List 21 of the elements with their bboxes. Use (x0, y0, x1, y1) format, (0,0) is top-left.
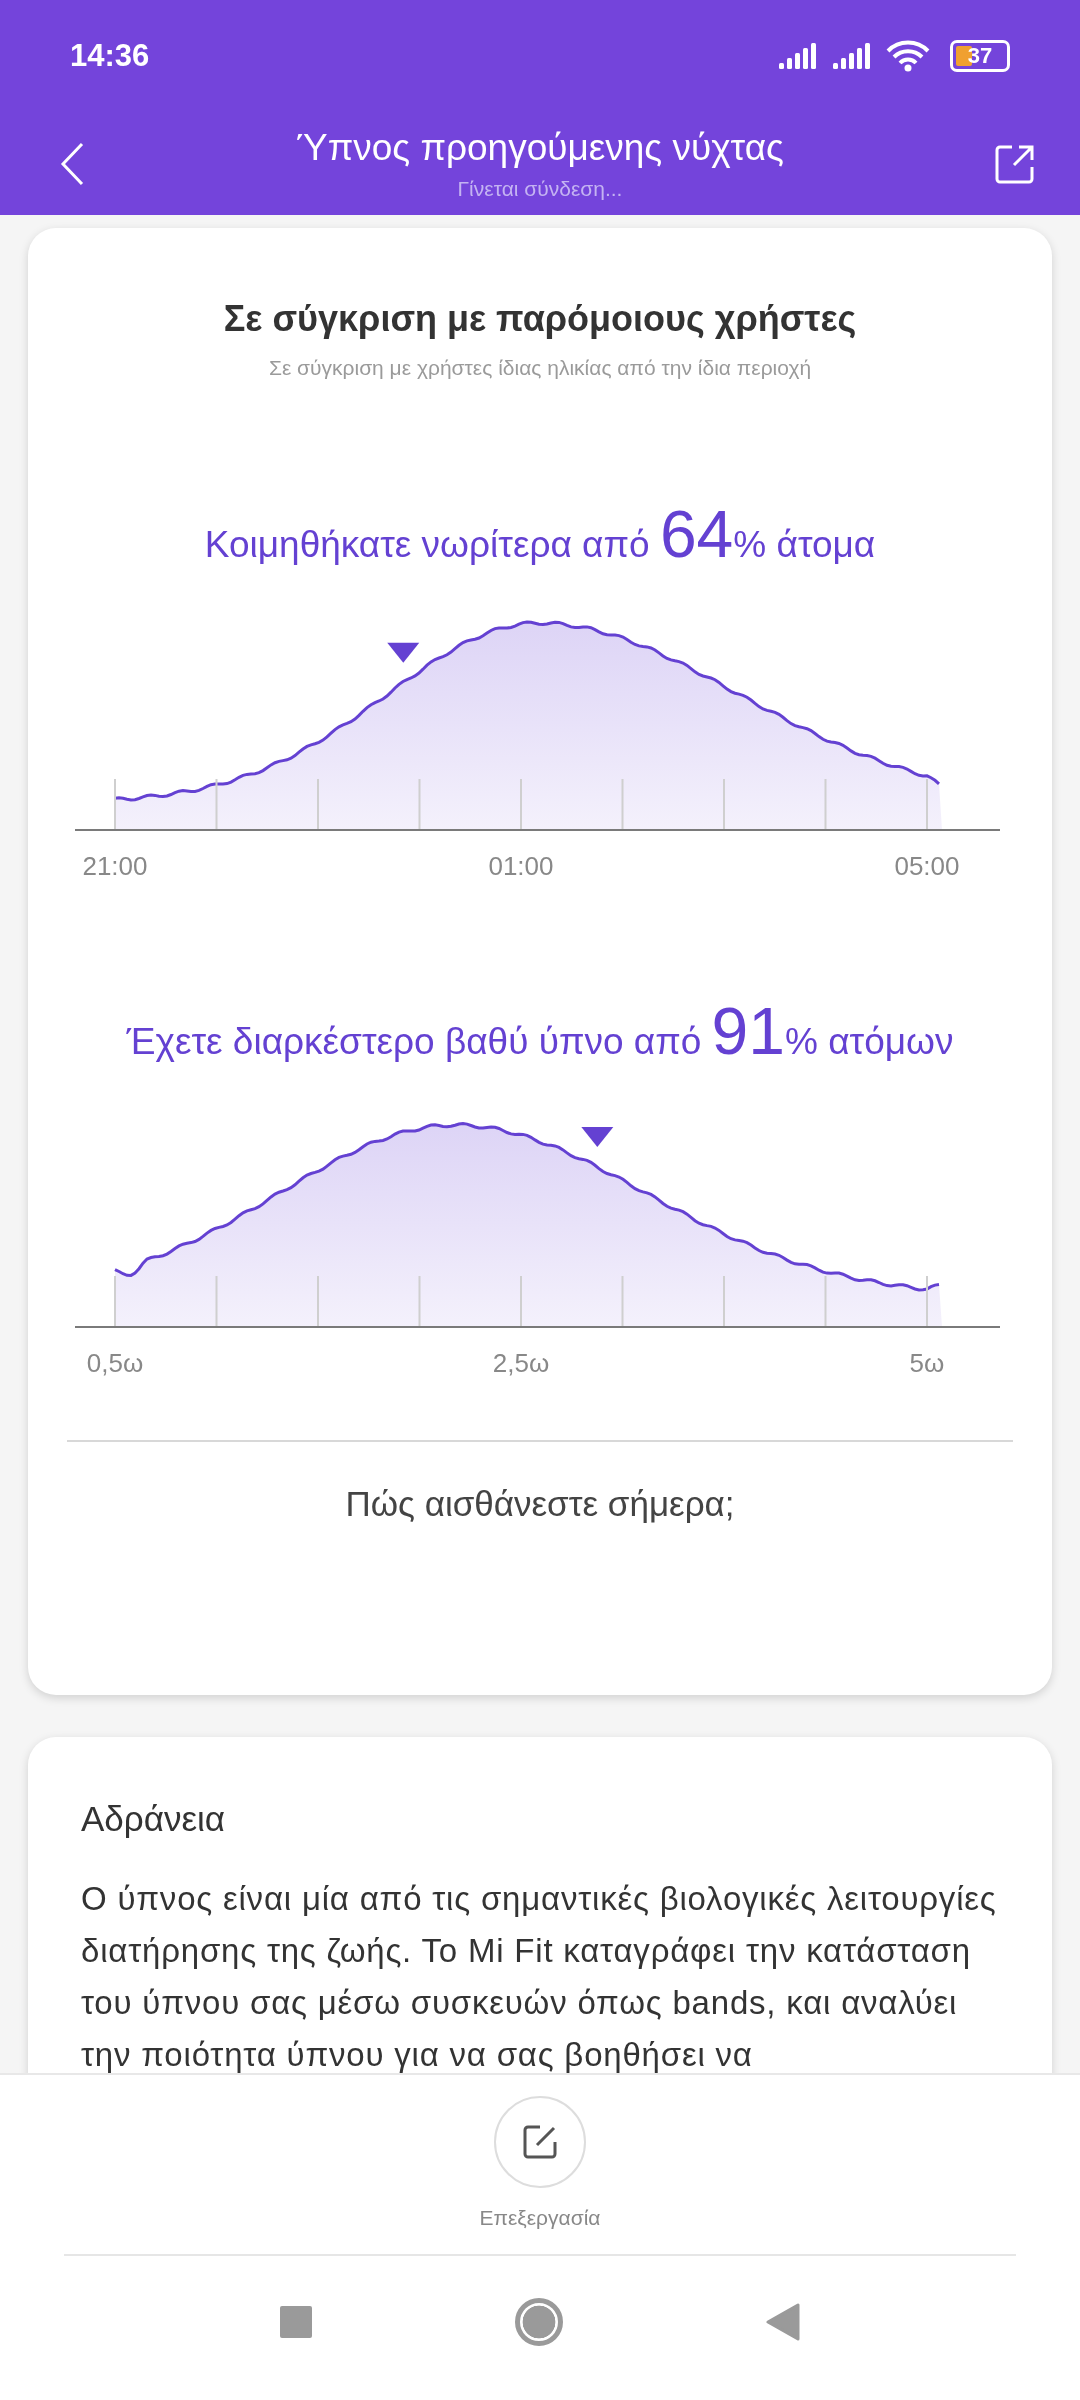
axis-label: 05:00 (894, 851, 960, 881)
axis-label: 01:00 (488, 851, 554, 881)
comparison-headline: Έχετε διαρκέστερο βαθύ ύπνο από 91% ατόμων (126, 1001, 954, 1070)
axis-label: 0,5ω (86, 1348, 144, 1378)
back-icon[interactable] (60, 141, 86, 186)
card-subtitle: Σε σύγκριση με χρήστες ίδιας ηλικίας από την ίδια περιοχή (268, 356, 812, 380)
edit-label: Επεξεργασία (479, 2206, 601, 2230)
home-button[interactable] (515, 2298, 563, 2346)
connection-status: Γίνεται σύνδεση... (456, 176, 624, 201)
axis-label: 5ω (909, 1348, 945, 1378)
comparison-headline: Κοιμηθήκατε νωρίτερα από 64% άτομα (204, 504, 876, 573)
back-button[interactable] (766, 2303, 800, 2341)
feeling-question[interactable]: Πώς αισθάνεστε σήμερα; (345, 1484, 735, 1524)
axis-label: 21:00 (82, 851, 148, 881)
wifi-icon (886, 40, 930, 72)
page-title: Ύπνος προηγούμενης νύχτας (296, 126, 784, 169)
status-time: 14:36 (70, 38, 150, 74)
card-title: Σε σύγκριση με παρόμοιους χρήστες (223, 298, 857, 340)
axis-label: 2,5ω (492, 1348, 550, 1378)
description-text: Ο ύπνος είναι μία από τις σημαντικές βιολογικές λειτουργίες διατήρησης της ζωής. Το Mi Fit καταγράφει την κατάσταση του ύπνου σας μέσω συσκευών όπως bands, και αναλύει την ποιότητα ύπνου για να σας βοηθήσει να (81, 1879, 998, 2073)
section-title: Αδράνεια (81, 1799, 227, 1839)
